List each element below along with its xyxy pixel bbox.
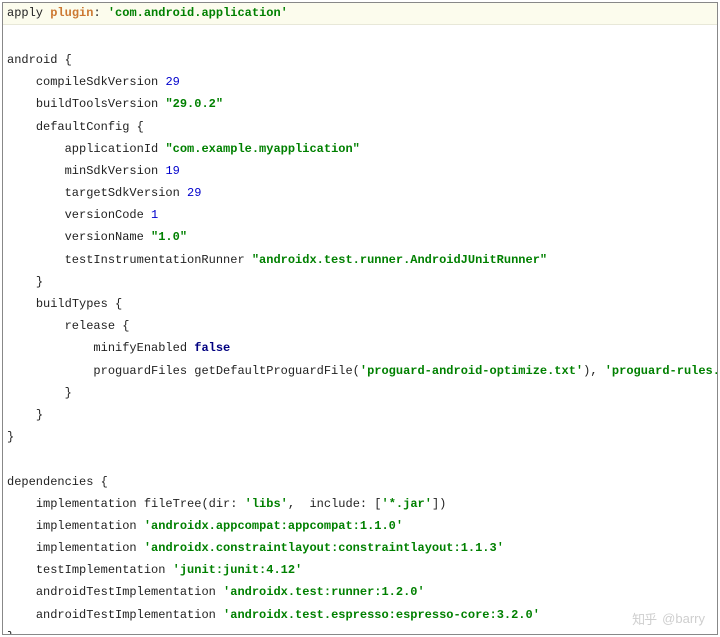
code-token: 'libs' xyxy=(245,497,288,511)
code-token: include xyxy=(309,497,359,511)
code-token: 19 xyxy=(165,164,179,178)
code-token: "1.0" xyxy=(151,230,187,244)
code-token: : xyxy=(93,6,107,20)
code-token: 'proguard-android-optimize.txt' xyxy=(360,364,583,378)
code-line: dependencies { xyxy=(7,475,108,489)
code-token: 29 xyxy=(165,75,179,89)
code-token: 'androidx.constraintlayout:constraintlay… xyxy=(144,541,504,555)
code-token: "29.0.2" xyxy=(165,97,223,111)
code-line: buildTypes { xyxy=(36,297,122,311)
code-token: false xyxy=(194,341,230,355)
code-body: android { compileSdkVersion 29 buildTool… xyxy=(3,25,717,635)
code-token: minifyEnabled xyxy=(93,341,194,355)
code-token: 'proguard-rules.pro' xyxy=(605,364,718,378)
code-token: buildToolsVersion xyxy=(36,97,166,111)
code-line: release { xyxy=(65,319,130,333)
code-token: "com.example.myapplication" xyxy=(165,142,359,156)
code-token: : [ xyxy=(360,497,382,511)
code-line-highlighted: apply plugin: 'com.android.application' xyxy=(3,3,717,25)
code-token: ]) xyxy=(432,497,446,511)
code-token: versionCode xyxy=(65,208,151,222)
code-token: 'androidx.appcompat:appcompat:1.1.0' xyxy=(144,519,403,533)
code-line: } xyxy=(36,275,43,289)
code-token: '*.jar' xyxy=(382,497,432,511)
code-line: } xyxy=(36,408,43,422)
code-token: "androidx.test.runner.AndroidJUnitRunner… xyxy=(252,253,547,267)
code-token: testImplementation xyxy=(36,563,173,577)
code-token: androidTestImplementation xyxy=(36,608,223,622)
code-token: 'com.android.application' xyxy=(108,6,288,20)
code-token: apply xyxy=(7,6,43,20)
code-token: versionName xyxy=(65,230,151,244)
code-token: 1 xyxy=(151,208,158,222)
code-line: } xyxy=(7,630,14,635)
code-token: 'junit:junit:4.12' xyxy=(173,563,303,577)
code-token: : xyxy=(230,497,244,511)
code-token: applicationId xyxy=(65,142,166,156)
code-token: targetSdkVersion xyxy=(65,186,187,200)
code-editor-panel: apply plugin: 'com.android.application' … xyxy=(2,2,718,635)
code-token: implementation xyxy=(36,541,144,555)
code-token: 29 xyxy=(187,186,201,200)
code-token: 'androidx.test.espresso:espresso-core:3.… xyxy=(223,608,540,622)
code-token: implementation fileTree( xyxy=(36,497,209,511)
code-line: defaultConfig { xyxy=(36,120,144,134)
code-token: testInstrumentationRunner xyxy=(65,253,252,267)
code-token: proguardFiles getDefaultProguardFile( xyxy=(93,364,359,378)
code-token: dir xyxy=(209,497,231,511)
code-token: ), xyxy=(583,364,605,378)
code-token: , xyxy=(288,497,310,511)
code-line: android { xyxy=(7,53,72,67)
code-token: 'androidx.test:runner:1.2.0' xyxy=(223,585,425,599)
code-line: } xyxy=(65,386,72,400)
code-token: plugin xyxy=(43,6,93,20)
code-token: compileSdkVersion xyxy=(36,75,166,89)
code-token: minSdkVersion xyxy=(65,164,166,178)
code-line: } xyxy=(7,430,14,444)
code-token: androidTestImplementation xyxy=(36,585,223,599)
code-token: implementation xyxy=(36,519,144,533)
